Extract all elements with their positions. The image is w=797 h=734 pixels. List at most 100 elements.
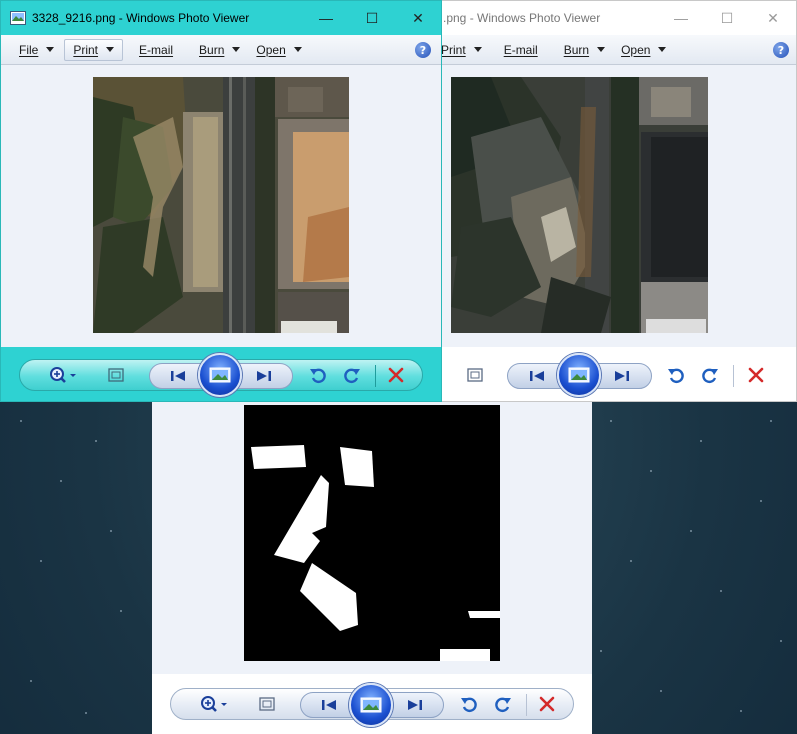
menu-bar: Print E-mail Burn Open ? [441,35,796,65]
bottom-toolbar [152,674,592,734]
rotate-ccw-button[interactable] [305,362,331,388]
close-button[interactable]: ✕ [750,1,796,35]
help-icon[interactable]: ? [773,42,789,58]
toolbar-divider [375,365,376,387]
previous-icon [322,700,336,710]
window-title: 3328_9216.png - Windows Photo Viewer [32,11,250,25]
minimize-button[interactable]: — [658,1,704,35]
menu-email-label: E-mail [503,42,538,57]
menu-burn-label: Burn [563,42,590,57]
photo-viewer-window-front[interactable]: 3328_9216.png - Windows Photo Viewer — ☐… [0,0,442,402]
next-button[interactable] [592,363,652,389]
rotate-cw-button[interactable] [490,691,516,717]
satellite-photo-2 [451,77,708,333]
menu-print-label: Print [441,42,466,57]
bottom-toolbar [1,347,441,401]
chevron-down-icon [473,47,482,52]
menu-open-label: Open [256,42,286,57]
photo-viewer-window-back[interactable]: .png - Windows Photo Viewer — ☐ ✕ Print … [440,0,797,402]
next-button[interactable] [235,363,293,389]
menu-burn[interactable]: Burn [191,39,248,61]
rotate-ccw-button[interactable] [663,362,689,388]
menu-file[interactable]: File [11,39,62,61]
chevron-down-icon [232,47,241,52]
window-controls: — ☐ ✕ [658,1,796,35]
menu-email[interactable]: E-mail [496,39,546,61]
slideshow-button[interactable] [198,353,242,397]
window-title: .png - Windows Photo Viewer [443,11,601,25]
actual-size-button[interactable] [103,362,129,388]
menu-email[interactable]: E-mail [131,39,181,61]
minimize-button[interactable]: — [303,1,349,35]
maximize-button[interactable]: ☐ [349,1,395,35]
slideshow-button[interactable] [557,353,601,397]
rotate-cw-icon [344,368,360,384]
rotate-ccw-icon [668,368,684,384]
zoom-icon [50,367,76,383]
rotate-cw-button[interactable] [339,362,365,388]
previous-icon [171,371,185,381]
actual-size-button[interactable] [462,362,488,388]
menu-file-label: File [19,42,39,57]
rotate-ccw-button[interactable] [456,691,482,717]
delete-icon [539,696,555,712]
help-icon[interactable]: ? [415,42,431,58]
satellite-photo-1 [93,77,349,333]
delete-icon [388,367,404,383]
zoom-button[interactable] [198,691,232,717]
rotate-ccw-icon [310,368,326,384]
building-mask-graphic [244,405,500,661]
close-button[interactable]: ✕ [395,1,441,35]
slideshow-icon [360,697,382,713]
next-button[interactable] [386,692,444,718]
slideshow-button[interactable] [349,683,393,727]
chevron-down-icon [658,47,667,52]
delete-button[interactable] [743,362,769,388]
building-mask [244,405,500,661]
menu-print-label: Print [73,42,99,57]
zoom-icon [201,696,227,712]
zoom-button[interactable] [47,362,81,388]
rotate-cw-button[interactable] [697,362,723,388]
photo-viewer-app-icon [10,11,26,25]
menu-print[interactable]: Print [64,38,124,61]
toolbar-divider [526,694,527,716]
actual-size-icon [259,697,275,711]
delete-button[interactable] [534,691,560,717]
delete-icon [748,367,764,383]
next-icon [615,371,629,381]
satellite-photo-1-graphic [93,77,349,333]
menu-burn-label: Burn [199,42,225,57]
chevron-down-icon [597,47,606,52]
rotate-ccw-icon [461,697,477,713]
menu-open-label: Open [621,42,651,57]
rotate-cw-icon [495,697,511,713]
menu-email-label: E-mail [139,42,174,57]
slideshow-icon [568,367,590,383]
rotate-cw-icon [702,368,718,384]
chevron-down-icon [106,47,115,52]
window-controls: — ☐ ✕ [303,1,441,35]
maximize-button[interactable]: ☐ [704,1,750,35]
photo-viewer-window-mask[interactable] [152,402,592,734]
actual-size-button[interactable] [254,691,280,717]
menu-print[interactable]: Print [441,39,490,61]
chevron-down-icon [293,47,302,52]
actual-size-icon [467,368,483,382]
satellite-photo-2-graphic [451,77,708,333]
image-viewer-area [1,65,441,347]
delete-button[interactable] [383,362,409,388]
menu-open[interactable]: Open [613,39,674,61]
actual-size-icon [108,368,124,382]
image-viewer-area [441,65,796,347]
slideshow-icon [209,367,231,383]
bottom-toolbar [441,347,796,401]
next-icon [257,371,271,381]
next-icon [408,700,422,710]
chevron-down-icon [46,47,55,52]
toolbar-divider [733,365,734,387]
menu-burn[interactable]: Burn [556,39,613,61]
menu-bar: File Print E-mail Burn Open ? [1,35,441,65]
menu-open[interactable]: Open [248,39,309,61]
previous-icon [530,371,544,381]
